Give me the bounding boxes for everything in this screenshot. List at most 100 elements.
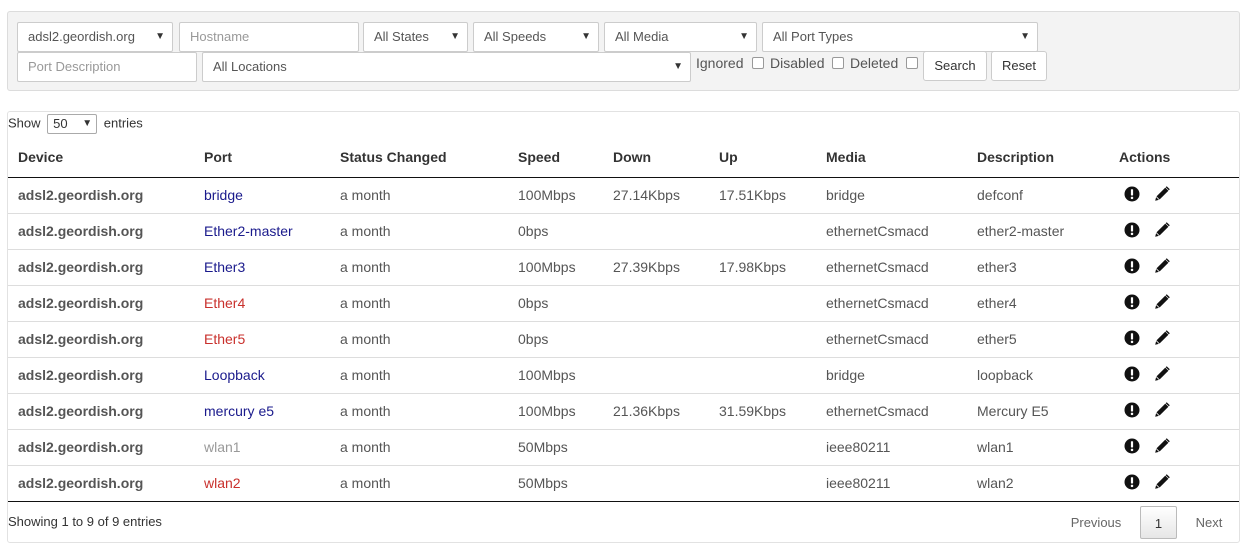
- edit-icon[interactable]: [1154, 473, 1170, 493]
- status-changed-cell: a month: [330, 429, 508, 466]
- speed-cell: 100Mbps: [508, 357, 603, 394]
- hostname-input[interactable]: Hostname: [179, 22, 359, 52]
- column-header-down[interactable]: Down: [603, 138, 709, 178]
- locations-select-value: All Locations: [213, 59, 287, 74]
- disabled-label: Disabled: [770, 55, 825, 71]
- port-link[interactable]: Ether4: [204, 295, 245, 311]
- port-types-select-value: All Port Types: [773, 29, 853, 44]
- port-link[interactable]: bridge: [204, 187, 243, 203]
- description-cell: ether4: [967, 285, 1109, 322]
- next-page-button[interactable]: Next: [1184, 506, 1234, 539]
- table-row: adsl2.geordish.org Loopback a month 100Mbps…: [8, 357, 1239, 394]
- edit-icon[interactable]: [1154, 221, 1170, 241]
- alert-icon[interactable]: [1124, 438, 1140, 457]
- media-cell: ethernetCsmacd: [816, 393, 967, 430]
- table-row: adsl2.geordish.org Ether3 a month 100Mbps 27…: [8, 249, 1239, 286]
- up-rate-cell: [709, 429, 816, 466]
- port-link[interactable]: Ether5: [204, 331, 245, 347]
- column-header-speed[interactable]: Speed: [508, 138, 603, 178]
- column-header-port[interactable]: Port: [194, 138, 330, 178]
- status-changed-cell: a month: [330, 177, 508, 214]
- deleted-checkbox[interactable]: [906, 57, 918, 69]
- column-header-description[interactable]: Description: [967, 138, 1109, 178]
- column-header-status-changed[interactable]: Status Changed: [330, 138, 508, 178]
- table-header-row: Device Port Status Changed Speed Down Up…: [8, 138, 1239, 178]
- port-link[interactable]: Ether2-master: [204, 223, 293, 239]
- status-changed-cell: a month: [330, 465, 508, 502]
- alert-icon[interactable]: [1124, 222, 1140, 241]
- actions-cell: [1109, 249, 1239, 286]
- speed-cell: 50Mbps: [508, 465, 603, 502]
- media-cell: ethernetCsmacd: [816, 321, 967, 358]
- device-cell[interactable]: adsl2.geordish.org: [8, 213, 194, 250]
- page-1-button[interactable]: 1: [1140, 506, 1177, 539]
- table-row: adsl2.geordish.org mercury e5 a month 100Mb…: [8, 393, 1239, 430]
- alert-icon[interactable]: [1124, 258, 1140, 277]
- reset-button[interactable]: Reset: [991, 51, 1047, 81]
- port-types-select[interactable]: All Port Types ▼: [762, 22, 1038, 52]
- ignored-checkbox[interactable]: [752, 57, 764, 69]
- port-cell: mercury e5: [194, 393, 330, 430]
- port-link[interactable]: mercury e5: [204, 403, 274, 419]
- down-rate-cell: 27.39Kbps: [603, 249, 709, 286]
- port-link[interactable]: wlan2: [204, 475, 241, 491]
- edit-icon[interactable]: [1154, 185, 1170, 205]
- device-cell[interactable]: adsl2.geordish.org: [8, 177, 194, 214]
- speed-cell: 0bps: [508, 321, 603, 358]
- alert-icon[interactable]: [1124, 474, 1140, 493]
- device-cell[interactable]: adsl2.geordish.org: [8, 357, 194, 394]
- port-link[interactable]: Loopback: [204, 367, 265, 383]
- down-rate-cell: [603, 285, 709, 322]
- description-cell: wlan2: [967, 465, 1109, 502]
- actions-cell: [1109, 177, 1239, 214]
- table-info: Showing 1 to 9 of 9 entries: [8, 514, 162, 529]
- speed-cell: 100Mbps: [508, 177, 603, 214]
- description-cell: ether2-master: [967, 213, 1109, 250]
- alert-icon[interactable]: [1124, 402, 1140, 421]
- device-cell[interactable]: adsl2.geordish.org: [8, 321, 194, 358]
- locations-select[interactable]: All Locations ▼: [202, 52, 691, 82]
- port-cell: wlan2: [194, 465, 330, 502]
- edit-icon[interactable]: [1154, 257, 1170, 277]
- previous-page-button[interactable]: Previous: [1058, 506, 1134, 539]
- port-description-input[interactable]: Port Description: [17, 52, 197, 82]
- media-select[interactable]: All Media ▼: [604, 22, 757, 52]
- status-changed-cell: a month: [330, 285, 508, 322]
- port-cell: Loopback: [194, 357, 330, 394]
- column-header-media[interactable]: Media: [816, 138, 967, 178]
- device-select[interactable]: adsl2.geordish.org ▼: [17, 22, 173, 52]
- down-rate-cell: [603, 357, 709, 394]
- port-link[interactable]: wlan1: [204, 439, 241, 455]
- table-row: adsl2.geordish.org Ether5 a month 0bps ether…: [8, 321, 1239, 358]
- edit-icon[interactable]: [1154, 437, 1170, 457]
- actions-cell: [1109, 321, 1239, 358]
- edit-icon[interactable]: [1154, 329, 1170, 349]
- down-rate-cell: [603, 213, 709, 250]
- speed-cell: 0bps: [508, 213, 603, 250]
- alert-icon[interactable]: [1124, 366, 1140, 385]
- speeds-select[interactable]: All Speeds ▼: [473, 22, 599, 52]
- disabled-checkbox[interactable]: [832, 57, 844, 69]
- edit-icon[interactable]: [1154, 293, 1170, 313]
- entries-select[interactable]: 50 ▼: [47, 114, 98, 134]
- search-button[interactable]: Search: [923, 51, 987, 81]
- alert-icon[interactable]: [1124, 294, 1140, 313]
- up-rate-cell: [709, 465, 816, 502]
- edit-icon[interactable]: [1154, 365, 1170, 385]
- column-header-device[interactable]: Device: [8, 138, 194, 178]
- device-cell[interactable]: adsl2.geordish.org: [8, 393, 194, 430]
- states-select[interactable]: All States ▼: [363, 22, 468, 52]
- device-cell[interactable]: adsl2.geordish.org: [8, 285, 194, 322]
- device-cell[interactable]: adsl2.geordish.org: [8, 249, 194, 286]
- column-header-up[interactable]: Up: [709, 138, 816, 178]
- port-link[interactable]: Ether3: [204, 259, 245, 275]
- alert-icon[interactable]: [1124, 186, 1140, 205]
- device-cell[interactable]: adsl2.geordish.org: [8, 429, 194, 466]
- device-cell[interactable]: adsl2.geordish.org: [8, 465, 194, 502]
- show-label: Show: [8, 115, 41, 131]
- actions-cell: [1109, 429, 1239, 466]
- media-cell: ieee80211: [816, 429, 967, 466]
- up-rate-cell: [709, 357, 816, 394]
- alert-icon[interactable]: [1124, 330, 1140, 349]
- edit-icon[interactable]: [1154, 401, 1170, 421]
